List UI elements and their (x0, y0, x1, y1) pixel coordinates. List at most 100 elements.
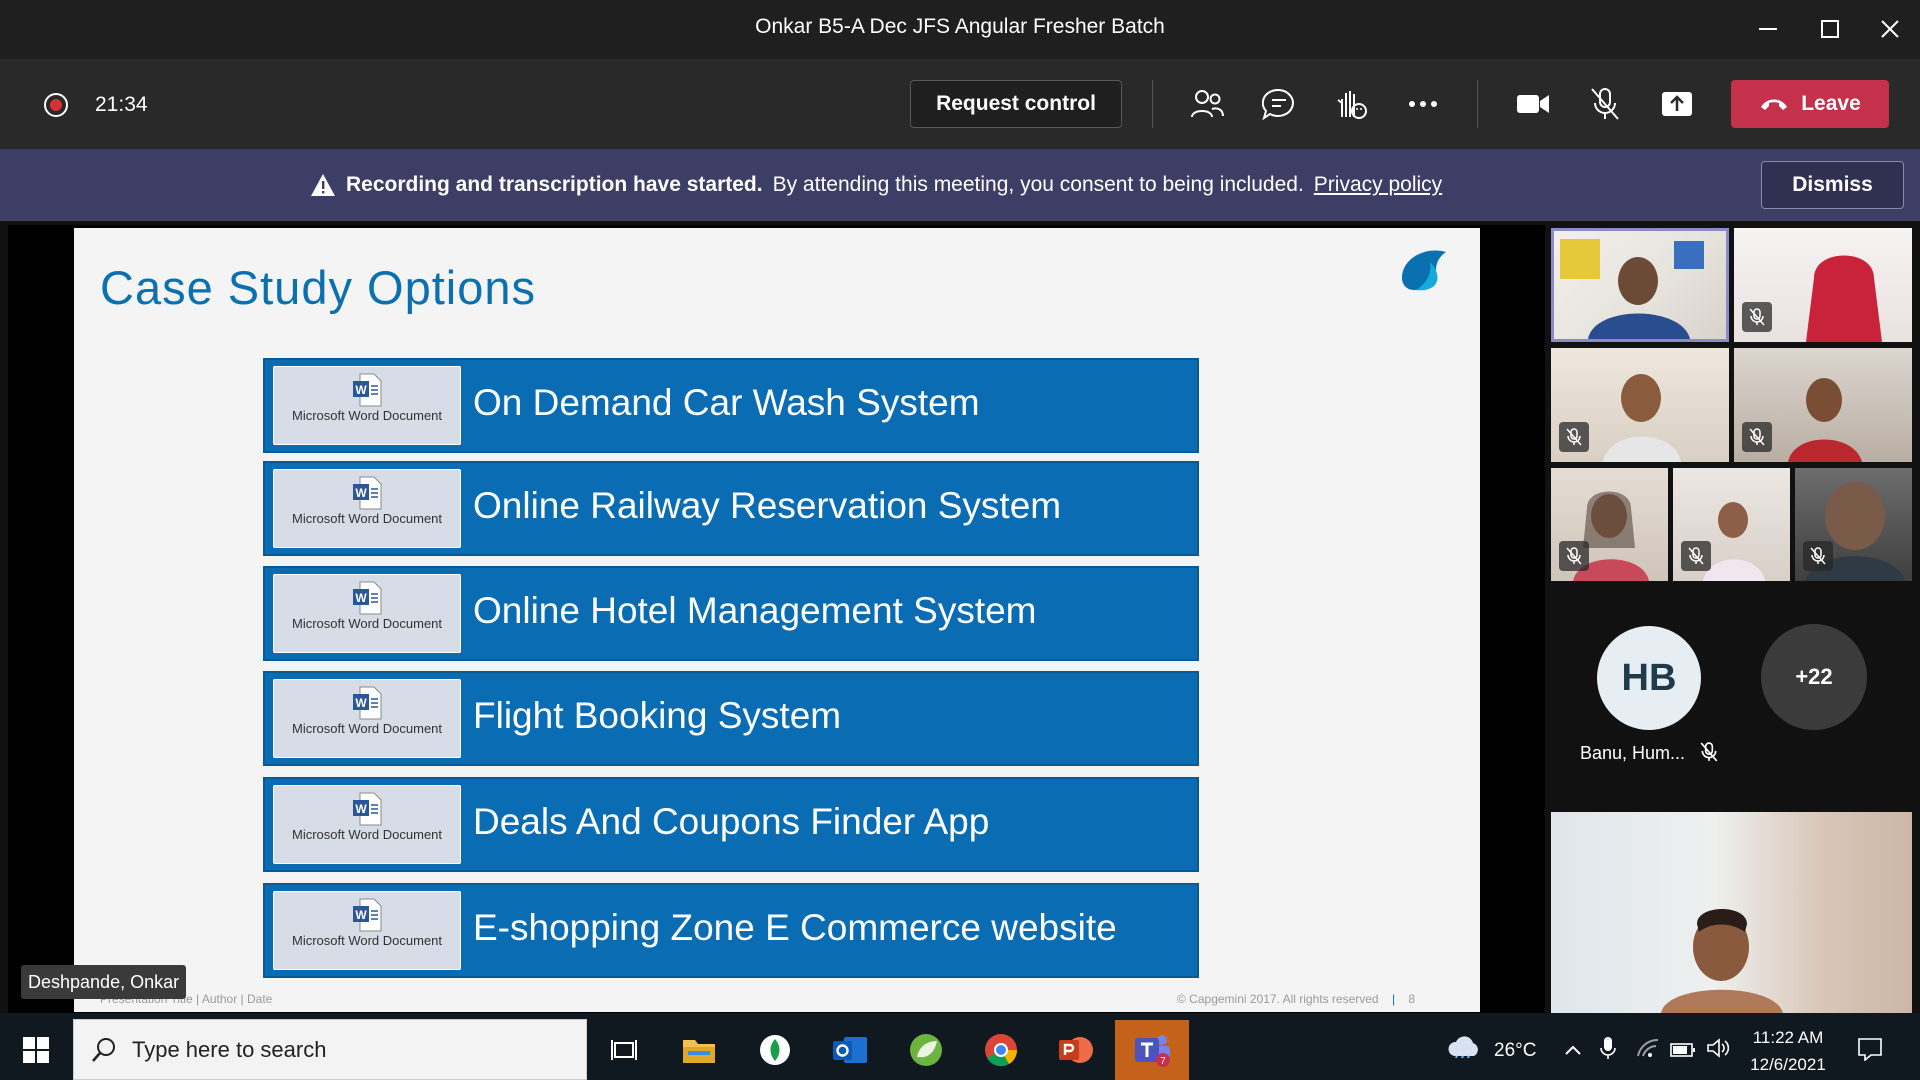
presentation-slide: Case Study Options W Microsoft Word Docum… (74, 228, 1480, 1012)
teams-app[interactable]: 7 (1115, 1020, 1189, 1080)
leave-button[interactable]: Leave (1731, 80, 1889, 128)
recording-banner: Recording and transcription have started… (0, 149, 1920, 221)
word-document-attachment[interactable]: W Microsoft Word Document (273, 891, 461, 970)
edge-like-app[interactable] (745, 1020, 805, 1080)
participant-video-tile[interactable] (1551, 228, 1729, 342)
volume-tray-icon[interactable] (1706, 1038, 1730, 1064)
participant-video-tile[interactable] (1734, 348, 1912, 462)
microphone-tray-icon[interactable] (1600, 1036, 1616, 1066)
case-study-option-label: Deals And Coupons Finder App (473, 801, 990, 842)
recording-indicator-icon (44, 93, 68, 117)
show-hidden-icons-button[interactable] (1564, 1040, 1582, 1062)
word-document-attachment[interactable]: W Microsoft Word Document (273, 366, 461, 445)
mic-off-icon (1566, 428, 1582, 446)
case-study-option[interactable]: W Microsoft Word Document Online Railway R… (263, 461, 1199, 556)
word-document-icon: W (353, 476, 382, 510)
slide-footer-right: © Capgemini 2017. All rights reserved | … (1177, 992, 1416, 1006)
word-document-attachment[interactable]: W Microsoft Word Document (273, 679, 461, 758)
document-caption: Microsoft Word Document (291, 933, 443, 948)
presenter-name-tag: Deshpande, Onkar (21, 965, 187, 999)
task-view-button[interactable] (594, 1020, 654, 1080)
word-document-attachment[interactable]: W Microsoft Word Document (273, 785, 461, 864)
banner-text: By attending this meeting, you consent t… (772, 173, 1304, 196)
privacy-policy-link[interactable]: Privacy policy (1314, 173, 1442, 197)
cloud-icon (1448, 1036, 1478, 1061)
chat-button[interactable] (1259, 84, 1299, 124)
case-study-option[interactable]: W Microsoft Word Document E-shopping Zone … (263, 883, 1199, 978)
raise-hand-icon (1337, 91, 1367, 119)
svg-text:W: W (355, 802, 367, 816)
word-document-attachment[interactable]: W Microsoft Word Document (273, 469, 461, 548)
more-participants-button[interactable]: +22 (1761, 624, 1867, 730)
close-button[interactable] (1870, 12, 1910, 46)
case-study-option-label: Flight Booking System (473, 695, 842, 736)
participants-button[interactable] (1187, 84, 1227, 124)
muted-badge (1681, 541, 1711, 571)
document-caption: Microsoft Word Document (291, 511, 443, 526)
participant-video-tile[interactable] (1734, 228, 1912, 342)
start-button[interactable] (6, 1020, 66, 1080)
self-video (1661, 909, 1783, 1013)
battery-tray-icon[interactable] (1670, 1041, 1696, 1063)
capgemini-logo-icon (1402, 250, 1446, 291)
word-document-icon: W (353, 792, 382, 826)
participant-video-tile[interactable] (1551, 348, 1729, 462)
file-explorer-app[interactable] (669, 1020, 729, 1080)
case-study-option-label: On Demand Car Wash System (473, 382, 980, 423)
case-study-option[interactable]: W Microsoft Word Document Flight Booking S… (263, 671, 1199, 766)
banner-heading: Recording and transcription have started… (346, 173, 763, 196)
share-screen-button[interactable] (1657, 84, 1697, 124)
case-study-option-label: Online Railway Reservation System (473, 485, 1062, 526)
window-title: Onkar B5-A Dec JFS Angular Fresher Batch (755, 15, 1165, 38)
reactions-button[interactable] (1331, 84, 1371, 124)
more-actions-button[interactable] (1403, 84, 1443, 124)
minimize-button[interactable] (1748, 12, 1788, 46)
share-icon (1662, 92, 1692, 116)
taskbar-clock[interactable]: 11:22 AM 12/6/2021 (1747, 1024, 1829, 1078)
toolbar-divider (1152, 80, 1153, 128)
muted-badge (1742, 302, 1772, 332)
taskbar-search[interactable]: Type here to search (73, 1019, 587, 1080)
microphone-button[interactable] (1585, 84, 1625, 124)
participant-avatar[interactable]: HB (1597, 626, 1701, 730)
warning-icon (311, 174, 335, 196)
participant-video-tile[interactable] (1795, 468, 1912, 581)
svg-text:W: W (355, 591, 367, 605)
chrome-app[interactable] (971, 1020, 1031, 1080)
powerpoint-app[interactable] (1046, 1020, 1106, 1080)
maximize-button[interactable] (1810, 12, 1850, 46)
participant-video-tile[interactable] (1673, 468, 1790, 581)
search-icon (92, 1037, 115, 1062)
spring-tool-app[interactable] (896, 1020, 956, 1080)
camera-button[interactable] (1513, 84, 1553, 124)
task-view-icon (611, 1040, 637, 1060)
clock-date: 12/6/2021 (1750, 1055, 1826, 1074)
word-document-attachment[interactable]: W Microsoft Word Document (273, 574, 461, 653)
case-study-option[interactable]: W Microsoft Word Document On Demand Car Wa… (263, 358, 1199, 453)
case-study-option[interactable]: W Microsoft Word Document Deals And Coupon… (263, 777, 1199, 872)
dismiss-button[interactable]: Dismiss (1761, 161, 1904, 209)
svg-text:W: W (355, 383, 367, 397)
microphone-icon (1600, 1037, 1616, 1059)
document-caption: Microsoft Word Document (291, 408, 443, 423)
meeting-timer: 21:34 (95, 93, 148, 116)
participant-video-tile[interactable] (1551, 468, 1668, 581)
outlook-app[interactable] (820, 1020, 880, 1080)
svg-text:W: W (355, 486, 367, 500)
network-tray-icon[interactable] (1636, 1038, 1660, 1064)
muted-badge (1559, 422, 1589, 452)
battery-icon (1670, 1043, 1695, 1057)
request-control-button[interactable]: Request control (910, 80, 1122, 128)
self-video-tile[interactable] (1551, 812, 1912, 1013)
muted-badge (1803, 541, 1833, 571)
mic-off-icon (1591, 88, 1619, 120)
notification-icon (1858, 1038, 1882, 1062)
notifications-button[interactable] (1857, 1037, 1883, 1067)
speaker-icon (1707, 1038, 1730, 1058)
word-document-icon: W (353, 373, 382, 407)
close-icon (1881, 20, 1899, 38)
minimize-icon (1759, 28, 1777, 30)
word-document-icon: W (353, 898, 382, 932)
weather-widget[interactable] (1447, 1034, 1481, 1064)
case-study-option[interactable]: W Microsoft Word Document Online Hotel Man… (263, 566, 1199, 661)
